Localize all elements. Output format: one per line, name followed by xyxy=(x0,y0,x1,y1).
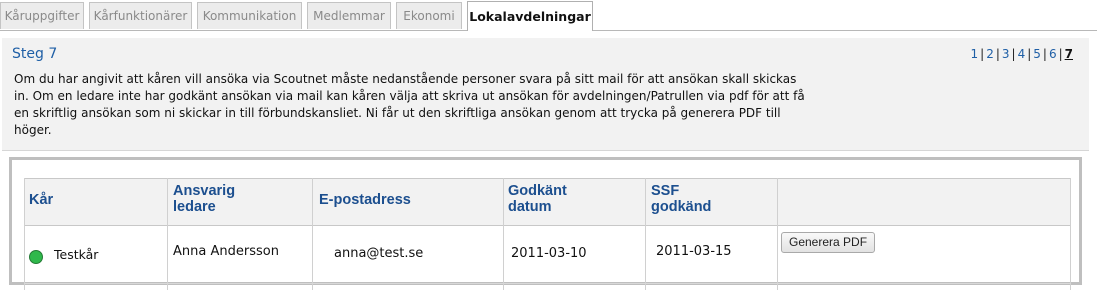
header-ssf-godkand: SSF godkänd xyxy=(651,183,711,215)
tab-medlemmar[interactable]: Medlemmar xyxy=(307,2,391,29)
header-ssf-line1: SSF xyxy=(651,183,680,199)
header-email: E-postadress xyxy=(319,192,411,208)
column-divider xyxy=(24,178,25,290)
tab-bar: Kåruppgifter Kårfunktionärer Kommunikati… xyxy=(0,0,1097,31)
pager-separator: | xyxy=(1042,47,1047,61)
cell-godkant-datum: 2011-03-10 xyxy=(511,246,587,261)
cell-kar: Testkår xyxy=(54,247,99,262)
pager-link-2[interactable]: 2 xyxy=(986,47,994,61)
header-ssf-line2: godkänd xyxy=(651,199,712,215)
header-godkant-line2: datum xyxy=(508,199,552,215)
cell-ssf-godkand: 2011-03-15 xyxy=(656,244,732,259)
header-kar: Kår xyxy=(29,192,54,208)
pager-link-4[interactable]: 4 xyxy=(1018,47,1026,61)
column-divider xyxy=(777,178,778,290)
step-description: Om du har angivit att kåren vill ansöka … xyxy=(14,72,805,137)
status-indicator xyxy=(29,250,43,264)
cell-ledare: Anna Andersson xyxy=(173,244,279,259)
header-ansvarig-ledare: Ansvarig ledare xyxy=(173,183,235,215)
column-divider xyxy=(1070,178,1071,290)
pager-separator: | xyxy=(980,47,985,61)
cell-email: anna@test.se xyxy=(334,246,424,261)
pager-separator: | xyxy=(995,47,1000,61)
applications-table: Kår Ansvarig ledare E-postadress Godkänt… xyxy=(24,178,1097,297)
column-divider xyxy=(503,178,504,290)
step-title: Steg 7 xyxy=(12,46,58,62)
header-ansvarig-line1: Ansvarig xyxy=(173,183,236,199)
tab-karuppgifter[interactable]: Kåruppgifter xyxy=(0,2,84,29)
tab-ekonomi[interactable]: Ekonomi xyxy=(396,2,462,29)
pager-separator: | xyxy=(1011,47,1016,61)
tab-karfunktionarer[interactable]: Kårfunktionärer xyxy=(89,2,192,29)
pager-separator: | xyxy=(1058,47,1063,61)
pager-link-3[interactable]: 3 xyxy=(1002,47,1010,61)
pager-link-5[interactable]: 5 xyxy=(1033,47,1041,61)
column-divider xyxy=(312,178,313,290)
header-ansvarig-line2: ledare xyxy=(173,199,216,215)
step-pager: 1 | 2 | 3 | 4 | 5 | 6 | 7 xyxy=(971,47,1073,61)
pager-current-page: 7 xyxy=(1064,47,1073,61)
header-godkant-datum: Godkänt datum xyxy=(508,183,567,215)
panel-divider xyxy=(2,150,1089,151)
pager-separator: | xyxy=(1027,47,1032,61)
header-godkant-line1: Godkänt xyxy=(508,183,567,199)
column-divider xyxy=(167,178,168,290)
step-panel: Steg 7 1 | 2 | 3 | 4 | 5 | 6 | 7 Om du har angivit a… xyxy=(2,38,1089,150)
pager-link-1[interactable]: 1 xyxy=(971,47,979,61)
row-divider xyxy=(24,283,1071,284)
generate-pdf-button[interactable]: Generera PDF xyxy=(781,232,876,253)
tab-lokalavdelningar[interactable]: Lokalavdelningar xyxy=(467,1,593,31)
tab-kommunikation[interactable]: Kommunikation xyxy=(197,2,302,29)
pager-link-6[interactable]: 6 xyxy=(1049,47,1057,61)
column-divider xyxy=(645,178,646,290)
